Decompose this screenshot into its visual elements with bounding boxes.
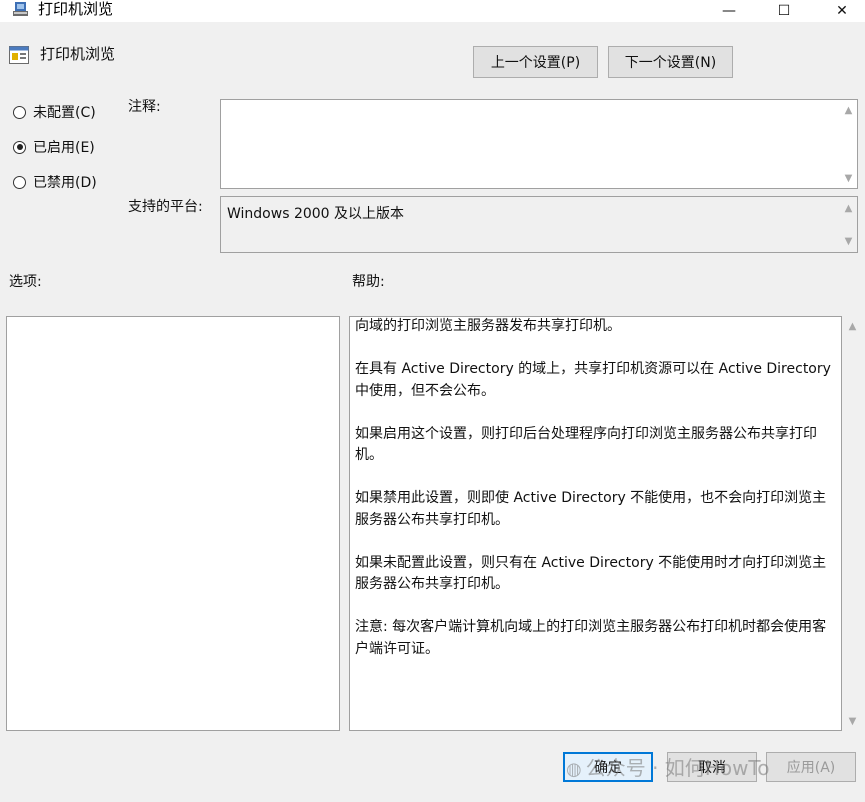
apply-button[interactable]: 应用(A): [766, 752, 856, 782]
radio-label: 未配置(C): [33, 105, 96, 121]
maximize-icon: ☐: [777, 3, 791, 19]
policy-icon: [13, 2, 28, 16]
help-paragraph: 如果禁用此设置，则即使 Active Directory 不能使用，也不会向打印…: [355, 490, 827, 528]
help-text: 向域的打印浏览主服务器发布共享打印机。 在具有 Active Directory…: [355, 316, 835, 682]
setting-title: 打印机浏览: [40, 45, 116, 63]
help-scrollbar[interactable]: ▲ ▼: [844, 316, 861, 731]
help-paragraph: 如果启用这个设置，则打印后台处理程序向打印浏览主服务器公布共享打印机。: [355, 425, 817, 464]
scroll-up-icon[interactable]: ▲: [844, 318, 861, 334]
minimize-button[interactable]: —: [706, 0, 752, 22]
prev-setting-button[interactable]: 上一个设置(P): [473, 46, 598, 78]
options-panel: [6, 316, 340, 731]
title-bar: 打印机浏览 — ☐ ✕: [0, 0, 865, 22]
close-button[interactable]: ✕: [819, 0, 865, 22]
help-label: 帮助:: [352, 274, 385, 290]
options-label: 选项:: [9, 274, 42, 290]
help-paragraph: 向域的打印浏览主服务器发布共享打印机。: [355, 318, 621, 334]
radio-not-configured[interactable]: 未配置(C): [13, 102, 96, 122]
scroll-down-icon[interactable]: ▼: [840, 233, 857, 249]
radio-circle[interactable]: [13, 175, 26, 189]
radio-disabled[interactable]: 已禁用(D): [13, 172, 97, 192]
help-paragraph: 在具有 Active Directory 的域上，共享打印机资源可以在 Acti…: [355, 361, 831, 399]
comment-label: 注释:: [128, 99, 161, 115]
scroll-up-icon[interactable]: ▲: [840, 102, 857, 118]
next-setting-button[interactable]: 下一个设置(N): [608, 46, 733, 78]
radio-label: 已禁用(D): [33, 175, 97, 191]
platform-label: 支持的平台:: [128, 199, 203, 215]
scroll-up-icon[interactable]: ▲: [840, 200, 857, 216]
maximize-button[interactable]: ☐: [761, 0, 807, 22]
window-title: 打印机浏览: [38, 0, 114, 18]
watermark-text: 公众号 · 如何HowTo: [585, 756, 770, 780]
platform-value: Windows 2000 及以上版本: [227, 206, 405, 222]
help-paragraph: 注意: 每次客户端计算机向域上的打印浏览主服务器公布打印机时都会使用客户端许可证…: [355, 619, 827, 657]
watermark: ◍ 公众号 · 如何HowTo: [566, 752, 769, 781]
platform-scrollbar[interactable]: ▲ ▼: [840, 197, 857, 252]
scroll-down-icon[interactable]: ▼: [844, 713, 861, 729]
radio-label: 已启用(E): [33, 140, 95, 156]
close-icon: ✕: [836, 3, 848, 19]
radio-circle-checked[interactable]: [13, 140, 26, 154]
help-paragraph: 如果未配置此设置，则只有在 Active Directory 不能使用时才向打印…: [355, 554, 827, 593]
comment-field[interactable]: ▲ ▼: [220, 99, 858, 189]
platform-field: Windows 2000 及以上版本 ▲ ▼: [220, 196, 858, 253]
minimize-icon: —: [722, 3, 736, 19]
comment-scrollbar[interactable]: ▲ ▼: [840, 100, 857, 188]
radio-circle[interactable]: [13, 105, 26, 119]
radio-enabled[interactable]: 已启用(E): [13, 137, 95, 157]
setting-icon: [9, 46, 29, 64]
wechat-logo-icon: ◍: [566, 759, 582, 780]
scroll-down-icon[interactable]: ▼: [840, 170, 857, 186]
